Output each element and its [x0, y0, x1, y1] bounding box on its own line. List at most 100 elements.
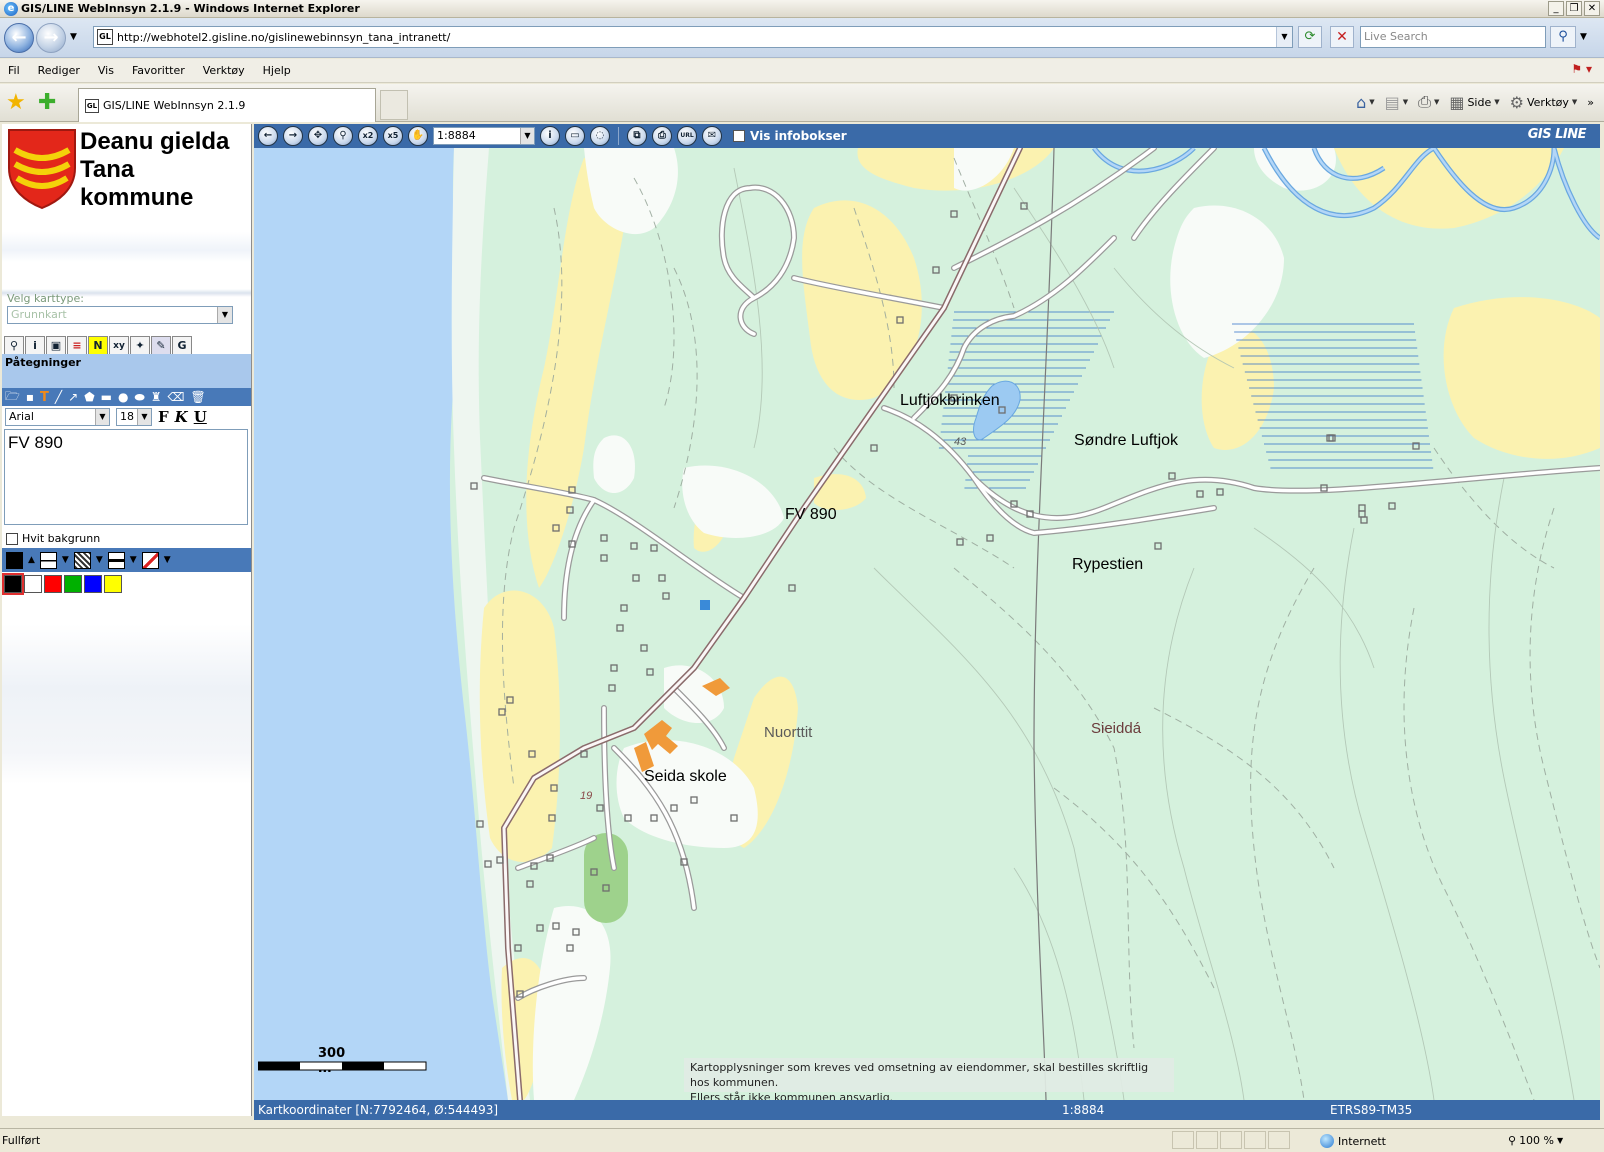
measure-tool-icon[interactable]: ✦ — [130, 336, 150, 356]
url-icon[interactable]: URL — [677, 126, 697, 146]
draw-tool-icon[interactable]: ✎ — [151, 336, 171, 356]
rectangle-tool-icon[interactable]: ▬ — [101, 390, 112, 404]
forward-button[interactable]: → — [36, 23, 66, 53]
page-menu-button[interactable]: ▦ Side ▼ — [1449, 93, 1499, 112]
color-blue[interactable] — [84, 575, 102, 593]
g-tool-icon[interactable]: G — [172, 336, 192, 356]
marker-swatch[interactable] — [141, 551, 159, 569]
print-button[interactable]: ⎙ ▼ — [1418, 92, 1439, 112]
pan-icon[interactable]: ✥ — [308, 126, 328, 146]
italic-button[interactable]: K — [175, 408, 188, 426]
chevron-down-icon[interactable]: ▼ — [96, 555, 103, 565]
color-green[interactable] — [64, 575, 82, 593]
search-input[interactable]: Live Search — [1360, 26, 1546, 48]
map-canvas[interactable]: (function(){ const g = document.currentS… — [254, 148, 1600, 1100]
menu-favorites[interactable]: Favoritter — [132, 64, 185, 77]
pattern-swatch[interactable] — [73, 551, 91, 569]
area-icon[interactable]: ◌ — [590, 126, 610, 146]
chevron-up-icon[interactable]: ▲ — [28, 555, 35, 565]
text-tool-icon[interactable]: T — [40, 390, 49, 405]
back-view-icon[interactable]: ← — [258, 126, 278, 146]
menu-view[interactable]: Vis — [98, 64, 114, 77]
email-icon[interactable]: ✉ — [702, 126, 722, 146]
xy-tool-icon[interactable]: xy — [109, 336, 129, 356]
symbol-tool-icon[interactable]: ♜ — [151, 390, 162, 404]
hand-icon[interactable]: ✋ — [408, 126, 428, 146]
address-field[interactable]: GL http://webhotel2.gisline.no/gislinewe… — [93, 26, 1293, 48]
menu-help[interactable]: Hjelp — [263, 64, 291, 77]
map-view[interactable]: (function(){ const g = document.currentS… — [254, 148, 1600, 1100]
security-zone[interactable]: Internett — [1320, 1134, 1386, 1148]
underline-button[interactable]: U — [194, 408, 207, 426]
feeds-button[interactable]: ▤ ▼ — [1385, 93, 1409, 112]
chevron-down-icon[interactable]: ▼ — [62, 555, 69, 565]
save-icon[interactable]: ▪ — [26, 390, 34, 404]
legend-tool-icon[interactable]: ≡ — [67, 336, 87, 356]
more-commands-icon[interactable]: » — [1587, 96, 1594, 109]
fill-color-swatch[interactable] — [6, 551, 23, 569]
annotation-text-input[interactable]: FV 890 — [4, 429, 248, 525]
north-tool-icon[interactable]: N — [88, 336, 108, 356]
add-favorite-icon[interactable]: ✚ — [38, 92, 56, 114]
new-tab-button[interactable] — [380, 90, 408, 120]
line-style-swatch[interactable] — [39, 551, 57, 569]
address-url[interactable]: http://webhotel2.gisline.no/gislinewebin… — [117, 31, 450, 44]
info-tool-icon[interactable]: i — [25, 336, 45, 356]
white-background-option[interactable]: Hvit bakgrunn — [6, 532, 100, 545]
info-icon[interactable]: i — [540, 126, 560, 146]
measure-icon[interactable]: ▭ — [565, 126, 585, 146]
forward-view-icon[interactable]: → — [283, 126, 303, 146]
line-tool-icon[interactable]: ╱ — [55, 390, 62, 404]
scale-select[interactable]: 1:8884 ▼ — [433, 127, 535, 145]
menu-file[interactable]: Fil — [8, 64, 20, 77]
zoom-level[interactable]: ⚲ 100 % ▼ — [1508, 1134, 1563, 1147]
restore-button[interactable]: ❐ — [1566, 1, 1582, 16]
search-button[interactable]: ⚲ — [1550, 26, 1576, 48]
chevron-down-icon[interactable]: ▼ — [130, 555, 137, 565]
infobox-checkbox[interactable] — [733, 130, 745, 142]
trash-icon[interactable]: 🗑 — [190, 390, 205, 404]
font-family-select[interactable]: Arial ▼ — [5, 408, 110, 426]
map-label-elevation-19: 19 — [580, 790, 593, 802]
address-dropdown-icon[interactable]: ▼ — [1276, 27, 1292, 47]
search-options-dropdown[interactable]: ▼ — [1580, 32, 1587, 42]
arrow-tool-icon[interactable]: ↗ — [68, 390, 78, 404]
zoom-icon[interactable]: ⚲ — [333, 126, 353, 146]
favorites-star-icon[interactable]: ★ — [6, 92, 26, 114]
zoom-x5-button[interactable]: x5 — [383, 126, 403, 146]
minimize-button[interactable]: _ — [1548, 1, 1564, 16]
tools-menu-button[interactable]: ⚙ Verktøy ▼ — [1510, 93, 1578, 112]
polygon-tool-icon[interactable]: ⬟ — [84, 390, 94, 404]
white-background-checkbox[interactable] — [6, 532, 18, 545]
color-red[interactable] — [44, 575, 62, 593]
stop-button[interactable]: ✕ — [1330, 26, 1354, 48]
layers-tool-icon[interactable]: ▣ — [46, 336, 66, 356]
open-icon[interactable]: 🗁 — [5, 387, 20, 408]
eraser-icon[interactable]: ⌫ — [167, 390, 184, 404]
circle-tool-icon[interactable]: ● — [118, 390, 128, 404]
addon-icon[interactable]: ⚑ ▾ — [1571, 62, 1592, 76]
recent-pages-dropdown[interactable]: ▼ — [70, 32, 77, 42]
bold-button[interactable]: F — [158, 408, 169, 426]
font-size-select[interactable]: 18 ▼ — [116, 408, 152, 426]
color-white[interactable] — [24, 575, 42, 593]
back-button[interactable]: ← — [4, 23, 34, 53]
zoom-x2-button[interactable]: x2 — [358, 126, 378, 146]
search-tool-icon[interactable]: ⚲ — [4, 336, 24, 356]
refresh-button[interactable]: ⟳ — [1298, 26, 1322, 48]
menu-bar: Fil Rediger Vis Favoritter Verktøy Hjelp… — [0, 59, 1604, 83]
print-map-icon[interactable]: ⎙ — [652, 126, 672, 146]
maptype-select[interactable]: Grunnkart ▼ — [7, 306, 233, 324]
line-width-swatch[interactable] — [107, 551, 125, 569]
copy-icon[interactable]: ⧉ — [627, 126, 647, 146]
home-button[interactable]: ⌂ ▼ — [1356, 93, 1375, 112]
chevron-down-icon[interactable]: ▼ — [164, 555, 171, 565]
color-yellow[interactable] — [104, 575, 122, 593]
menu-tools[interactable]: Verktøy — [203, 64, 245, 77]
globe-icon — [1320, 1134, 1334, 1148]
color-black[interactable] — [2, 573, 24, 595]
close-button[interactable]: ✕ — [1584, 1, 1600, 16]
menu-edit[interactable]: Rediger — [38, 64, 80, 77]
browser-tab[interactable]: GL GIS/LINE WebInnsyn 2.1.9 — [78, 88, 376, 122]
ellipse-tool-icon[interactable]: ⬬ — [134, 390, 144, 405]
